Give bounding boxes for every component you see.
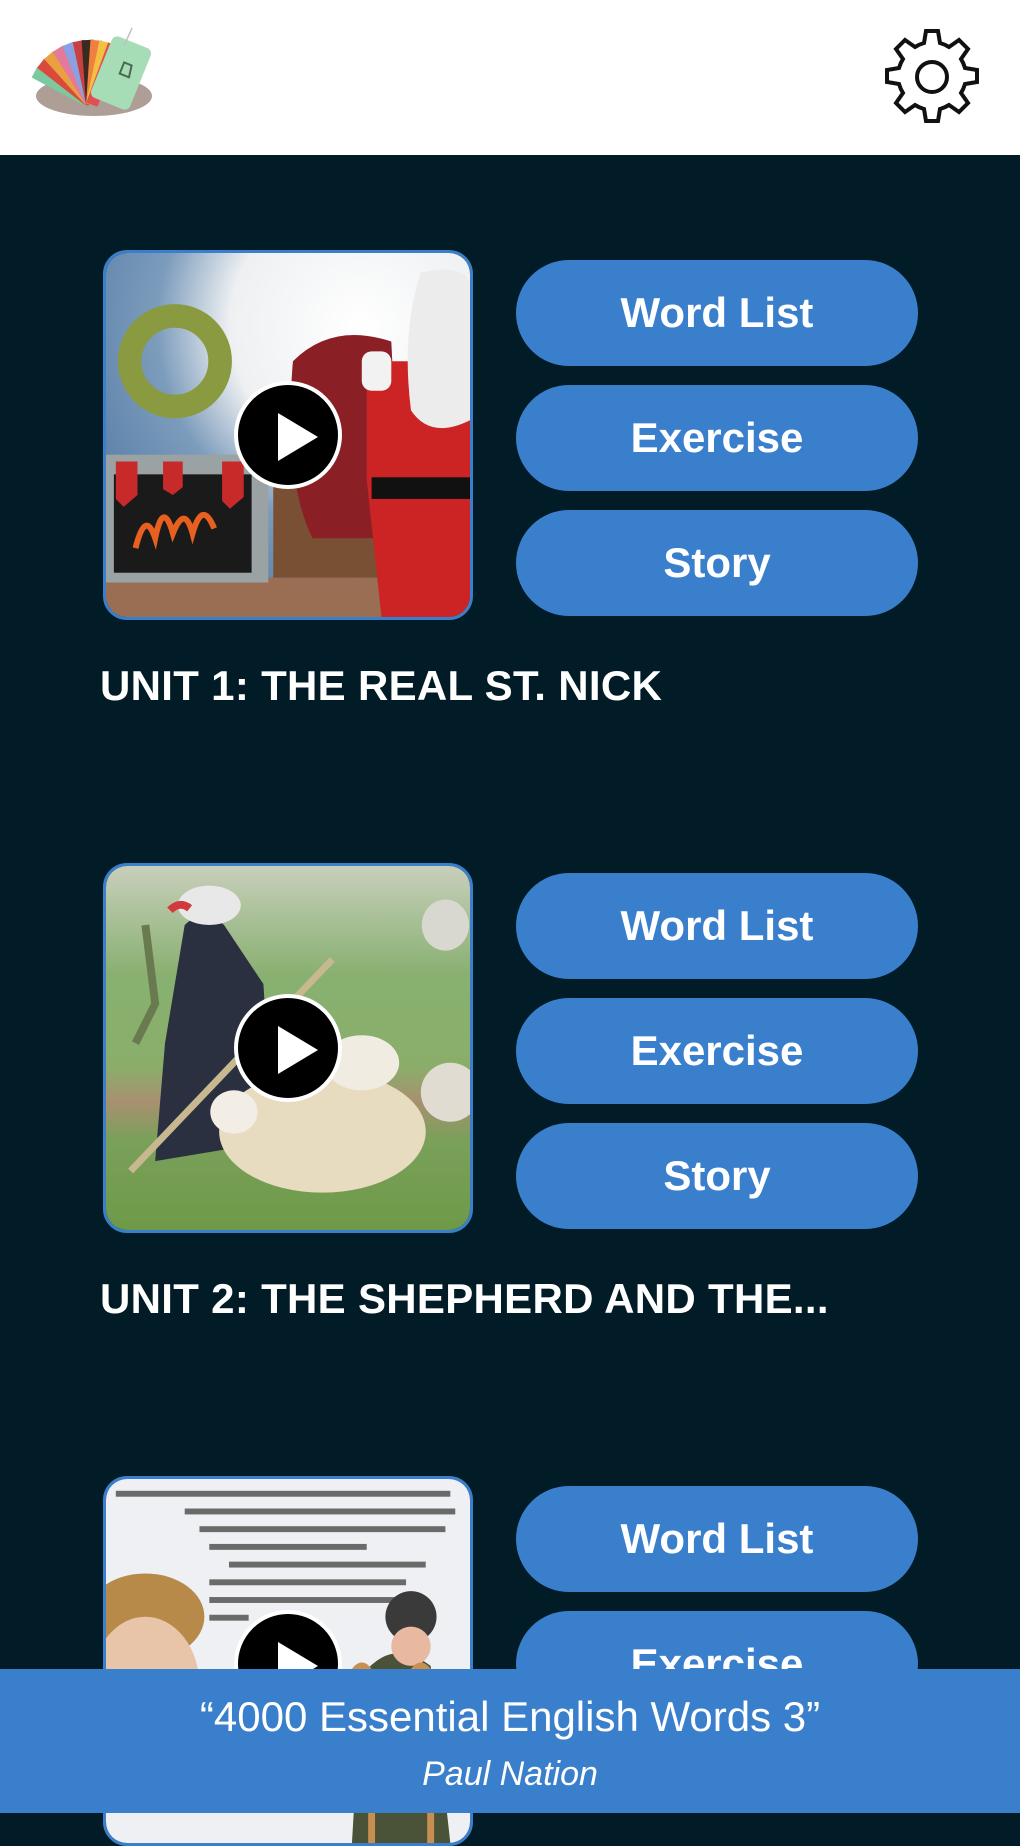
story-button[interactable]: Story bbox=[516, 510, 918, 616]
unit-title: UNIT 1: THE REAL ST. NICK bbox=[100, 662, 663, 709]
unit-title: UNIT 2: THE SHEPHERD AND THE... bbox=[100, 1275, 829, 1322]
unit-video-thumbnail[interactable] bbox=[103, 250, 473, 620]
app-header bbox=[0, 0, 1020, 155]
flashcards-logo bbox=[28, 26, 172, 122]
book-title: “4000 Essential English Words 3” bbox=[199, 1693, 821, 1740]
story-button[interactable]: Story bbox=[516, 1123, 918, 1229]
exercise-button[interactable]: Exercise bbox=[516, 385, 918, 491]
play-icon[interactable] bbox=[234, 994, 342, 1102]
word-list-button[interactable]: Word List bbox=[516, 1486, 918, 1592]
play-icon[interactable] bbox=[234, 381, 342, 489]
unit-video-thumbnail[interactable] bbox=[103, 863, 473, 1233]
word-list-button[interactable]: Word List bbox=[516, 260, 918, 366]
exercise-button[interactable]: Exercise bbox=[516, 998, 918, 1104]
settings-gear-icon[interactable] bbox=[880, 25, 984, 129]
book-author: Paul Nation bbox=[422, 1755, 598, 1793]
word-list-button[interactable]: Word List bbox=[516, 873, 918, 979]
book-info-footer: “4000 Essential English Words 3” Paul Na… bbox=[0, 1669, 1020, 1813]
